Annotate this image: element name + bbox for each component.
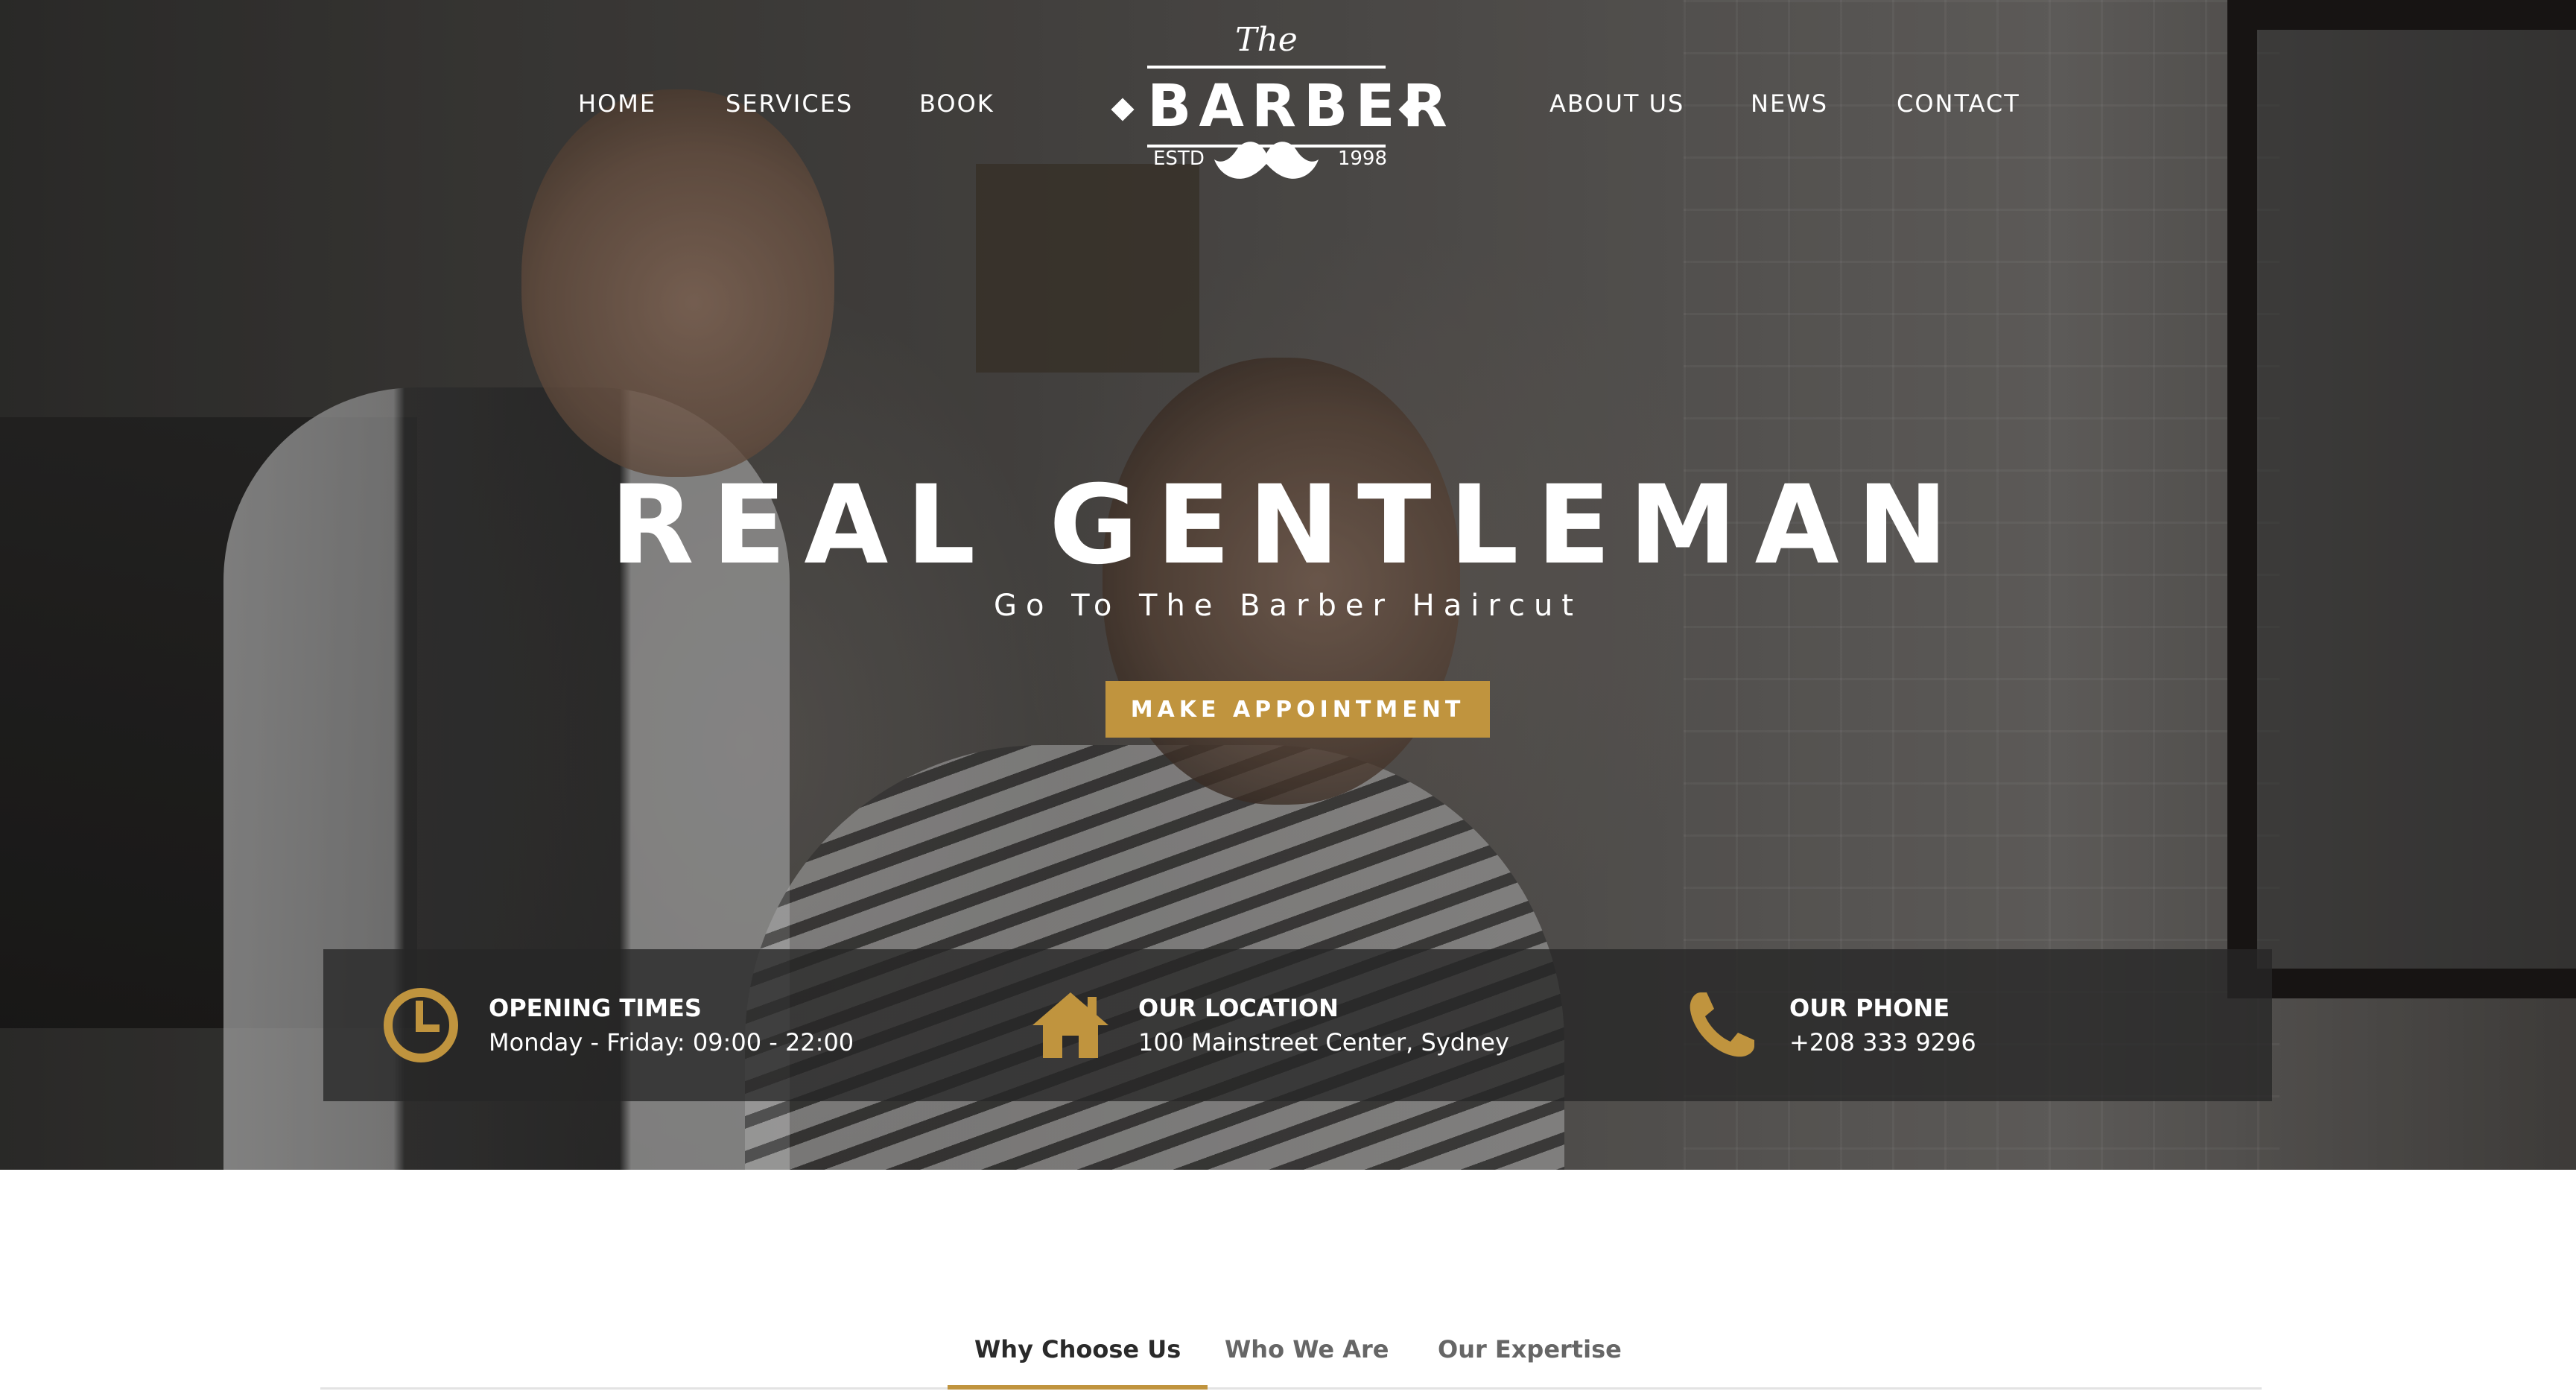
nav-news[interactable]: NEWS <box>1751 89 1828 118</box>
logo-the-text: The <box>1235 21 1298 59</box>
info-phone-text: OUR PHONE +208 333 9296 <box>1789 991 1976 1059</box>
info-value: Monday - Friday: 09:00 - 22:00 <box>489 1028 854 1057</box>
info-value: 100 Mainstreet Center, Sydney <box>1138 1028 1509 1057</box>
hero-section: HOME SERVICES BOOK The BARBER ESTD 1998 … <box>0 0 2576 1170</box>
info-opening-times: OPENING TIMES Monday - Friday: 09:00 - 2… <box>380 949 854 1101</box>
logo-year-text: 1998 <box>1337 148 1387 170</box>
clock-icon <box>380 984 462 1066</box>
nav-about-us[interactable]: ABOUT US <box>1549 89 1684 118</box>
info-value: +208 333 9296 <box>1789 1028 1976 1057</box>
tab-who-we-are[interactable]: Who We Are <box>1198 1326 1415 1390</box>
info-location: OUR LOCATION 100 Mainstreet Center, Sydn… <box>1030 949 1509 1101</box>
nav-book[interactable]: BOOK <box>919 89 994 118</box>
logo-estd-text: ESTD <box>1153 148 1205 170</box>
info-label: OUR LOCATION <box>1138 994 1339 1022</box>
info-location-text: OUR LOCATION 100 Mainstreet Center, Sydn… <box>1138 991 1509 1059</box>
nav-home[interactable]: HOME <box>578 89 656 118</box>
tab-our-expertise[interactable]: Our Expertise <box>1411 1326 1649 1390</box>
phone-icon <box>1681 984 1763 1066</box>
info-label: OPENING TIMES <box>489 994 702 1022</box>
tab-why-choose-us[interactable]: Why Choose Us <box>948 1326 1208 1390</box>
nav-services[interactable]: SERVICES <box>726 89 853 118</box>
logo-diamond-left <box>1111 98 1135 121</box>
info-phone: OUR PHONE +208 333 9296 <box>1681 949 1976 1101</box>
home-icon <box>1030 984 1111 1066</box>
make-appointment-button[interactable]: MAKE APPOINTMENT <box>1105 681 1490 738</box>
info-bar: OPENING TIMES Monday - Friday: 09:00 - 2… <box>323 949 2272 1101</box>
info-opening-times-text: OPENING TIMES Monday - Friday: 09:00 - 2… <box>489 991 854 1059</box>
hero-subtitle: Go To The Barber Haircut <box>994 589 1582 623</box>
nav-contact[interactable]: CONTACT <box>1897 89 2020 118</box>
hero-title: REAL GENTLEMAN <box>610 462 1966 589</box>
info-label: OUR PHONE <box>1789 994 1950 1022</box>
mustache-icon <box>1214 142 1319 179</box>
site-logo[interactable]: The BARBER ESTD 1998 <box>1110 21 1447 192</box>
